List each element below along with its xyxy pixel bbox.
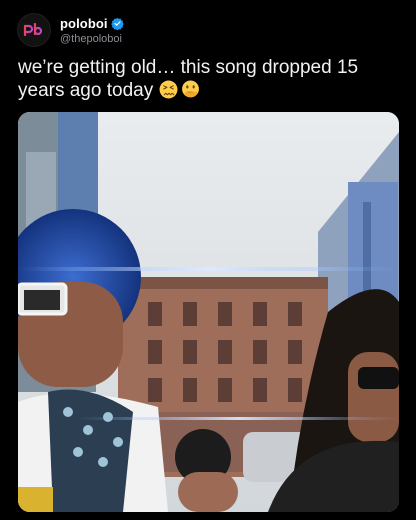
name-row: poloboi xyxy=(60,15,124,31)
post-card[interactable]: poloboi @thepoloboi we’re getting old… t… xyxy=(0,0,416,520)
pb-logo-icon xyxy=(23,22,43,37)
avatar[interactable] xyxy=(17,13,51,47)
post-header: poloboi @thepoloboi xyxy=(17,13,124,47)
author-names: poloboi @thepoloboi xyxy=(60,15,124,45)
post-media-video[interactable] xyxy=(18,112,399,512)
face-with-hand-over-mouth-emoji xyxy=(182,80,200,98)
confounded-face-emoji xyxy=(159,80,178,99)
author-handle[interactable]: @thepoloboi xyxy=(60,33,124,45)
post-text: we’re getting old… this song dropped 15 … xyxy=(18,56,403,102)
verified-badge-icon xyxy=(110,17,124,30)
display-name[interactable]: poloboi xyxy=(60,16,108,31)
street-scene-photo xyxy=(18,112,399,512)
